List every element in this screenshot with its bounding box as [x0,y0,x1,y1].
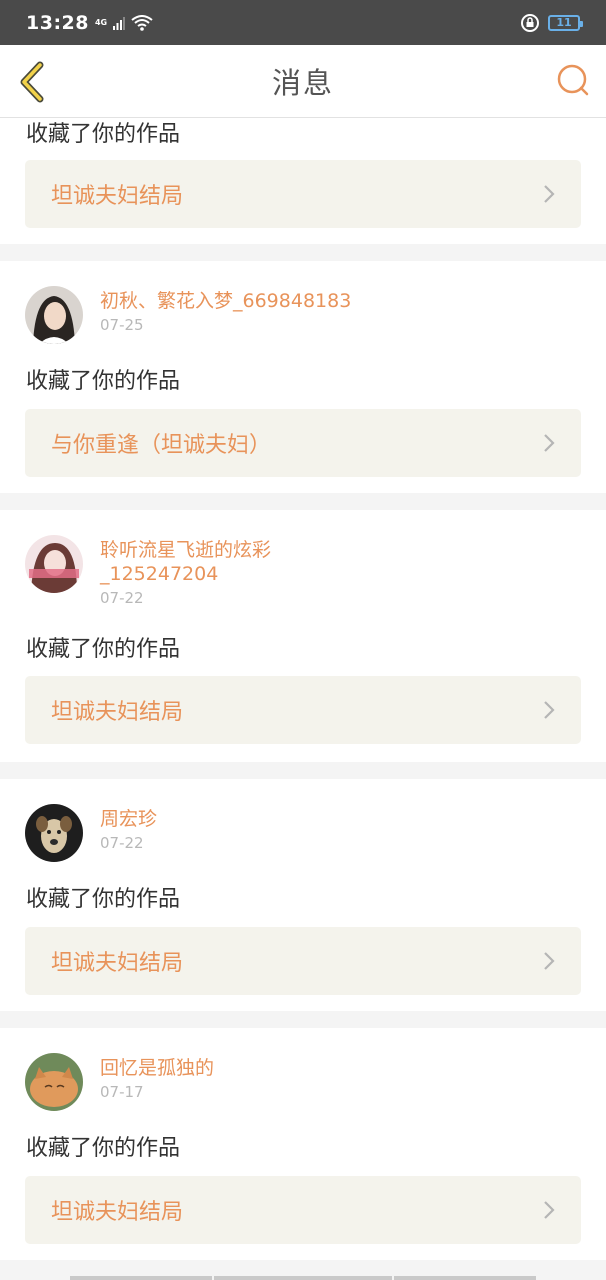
user-row: 周宏珍 07-22 [25,804,157,862]
username[interactable]: 初秋、繁花入梦_669848183 [100,289,351,313]
list-item: 回忆是孤独的 07-17 收藏了你的作品 坦诚夫妇结局 [0,1028,606,1260]
chevron-right-icon [544,185,555,203]
rotation-lock-icon [521,13,539,32]
work-title: 坦诚夫妇结局 [51,184,184,209]
chevron-right-icon [544,1201,555,1219]
bottom-indicator [0,1276,606,1280]
nav-header: 消息 [0,45,606,118]
date: 07-22 [100,589,144,607]
status-time: 13:28 [26,11,89,34]
list-item: 聆听流星飞逝的炫彩_125247204 07-22 收藏了你的作品 坦诚夫妇结局 [0,510,606,762]
work-link[interactable]: 坦诚夫妇结局 [25,1176,581,1244]
date: 07-25 [100,316,144,334]
list-item: 收藏了你的作品 坦诚夫妇结局 [0,118,606,244]
username[interactable]: 聆听流星飞逝的炫彩_125247204 [100,538,290,586]
username[interactable]: 周宏珍 [100,807,157,831]
status-bar: 13:28 4G 11 [0,0,606,45]
network-type: 4G [94,17,108,27]
battery-icon: 11 [548,14,583,31]
work-link[interactable]: 坦诚夫妇结局 [25,676,581,744]
back-icon[interactable] [16,59,50,105]
action-text: 收藏了你的作品 [26,1136,181,1161]
chevron-right-icon [544,434,555,452]
chevron-right-icon [544,952,555,970]
work-title: 坦诚夫妇结局 [51,700,184,725]
user-row: 聆听流星飞逝的炫彩_125247204 07-22 [25,535,290,607]
avatar[interactable] [25,804,83,862]
action-text: 收藏了你的作品 [26,122,181,147]
action-text: 收藏了你的作品 [26,887,181,912]
battery-level: 11 [556,16,572,29]
work-link[interactable]: 与你重逢（坦诚夫妇） [25,409,581,477]
date: 07-22 [100,834,144,852]
work-title: 坦诚夫妇结局 [51,1200,184,1225]
list-item: 初秋、繁花入梦_669848183 07-25 收藏了你的作品 与你重逢（坦诚夫… [0,261,606,493]
search-icon[interactable] [556,63,592,99]
user-row: 初秋、繁花入梦_669848183 07-25 [25,286,351,344]
page-title: 消息 [271,66,334,100]
signal-icon [113,16,126,30]
list-item: 周宏珍 07-22 收藏了你的作品 坦诚夫妇结局 [0,779,606,1011]
avatar[interactable] [25,286,83,344]
work-title: 坦诚夫妇结局 [51,951,184,976]
date: 07-17 [100,1083,144,1101]
action-text: 收藏了你的作品 [26,637,181,662]
avatar[interactable] [25,1053,83,1111]
chevron-right-icon [544,701,555,719]
work-link[interactable]: 坦诚夫妇结局 [25,927,581,995]
avatar[interactable] [25,535,83,593]
user-row: 回忆是孤独的 07-17 [25,1053,214,1111]
message-list: 收藏了你的作品 坦诚夫妇结局 初秋、繁花入梦_669848183 07-25 收… [0,118,606,1277]
action-text: 收藏了你的作品 [26,369,181,394]
work-link[interactable]: 坦诚夫妇结局 [25,160,581,228]
wifi-icon [131,14,153,31]
work-title: 与你重逢（坦诚夫妇） [51,433,272,458]
username[interactable]: 回忆是孤独的 [100,1056,214,1080]
